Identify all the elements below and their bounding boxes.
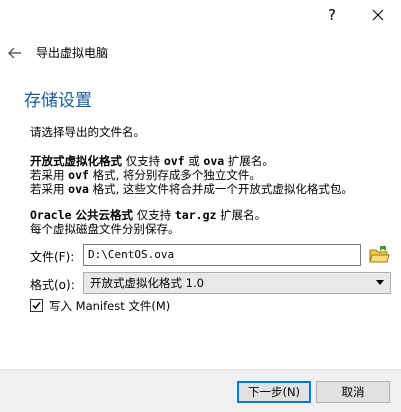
ovf-line-1-text-b: 或 [184, 154, 204, 168]
ovf-line-3-ext: ova [68, 182, 89, 196]
file-label: 文件(F): [30, 250, 75, 264]
oracle-ext: tar.gz [174, 208, 217, 222]
cancel-button[interactable]: 取消 [316, 381, 390, 403]
checkmark-icon [32, 302, 41, 310]
back-arrow-icon [8, 47, 21, 59]
oracle-line-2: 每个虚拟磁盘文件分别保存。 [30, 222, 180, 236]
back-button[interactable] [4, 42, 26, 64]
next-button-label: 下一步(N) [247, 385, 301, 399]
ovf-ext-2: ova [203, 154, 225, 168]
oracle-line-1-text-b: 扩展名。 [216, 208, 267, 222]
chevron-down-icon [376, 280, 384, 285]
ovf-ext-1: ovf [163, 154, 185, 168]
manifest-checkbox-label[interactable]: 写入 Manifest 文件(M) [49, 298, 170, 314]
manifest-checkbox[interactable] [30, 299, 43, 312]
format-select-value: 开放式虚拟化格式 1.0 [90, 276, 204, 290]
ovf-line-3-text-b: 格式, 这些文件将合并成一个开放式虚拟化格式包。 [88, 182, 353, 196]
format-select[interactable]: 开放式虚拟化格式 1.0 [83, 272, 391, 294]
help-button[interactable]: ? [309, 0, 355, 30]
file-path-input[interactable]: D:\CentOS.ova [83, 244, 361, 266]
ovf-line-2-text-b: 格式, 将分别存成多个独立文件。 [88, 168, 261, 182]
cancel-button-label: 取消 [341, 385, 365, 399]
close-button[interactable] [355, 0, 401, 30]
oracle-name: Oracle [30, 208, 72, 222]
ovf-line-2-ext: ovf [68, 168, 89, 182]
close-icon [372, 9, 384, 21]
ovf-line-3-text-a: 若采用 [30, 182, 69, 196]
oracle-line-1-text-a: 仅支持 [133, 208, 175, 222]
page-title: 存储设置 [24, 91, 92, 111]
ovf-line-2-text-a: 若采用 [30, 168, 69, 182]
ovf-line-1-text-c: 扩展名。 [224, 154, 274, 168]
ovf-line-1-text-a: 仅支持 [122, 154, 164, 168]
next-button[interactable]: 下一步(N) [237, 381, 311, 403]
format-label: 格式(o): [30, 278, 75, 292]
folder-open-icon [369, 246, 390, 263]
browse-folder-button[interactable] [368, 245, 390, 265]
oracle-format-name: 公共云格式 [71, 208, 134, 222]
wizard-title: 导出虚拟电脑 [36, 46, 109, 60]
export-wizard-window: ? 导出虚拟电脑 存储设置 请选择导出的文件名。 开放式虚拟化格式 仅支持 ov… [0, 0, 401, 412]
help-label: ? [328, 6, 336, 24]
ovf-format-name: 开放式虚拟化格式 [30, 154, 122, 168]
title-bar: ? [0, 0, 401, 30]
ovf-line-3: 若采用 ova 格式, 这些文件将合并成一个开放式虚拟化格式包。 [30, 181, 353, 197]
intro-text: 请选择导出的文件名。 [30, 125, 145, 139]
